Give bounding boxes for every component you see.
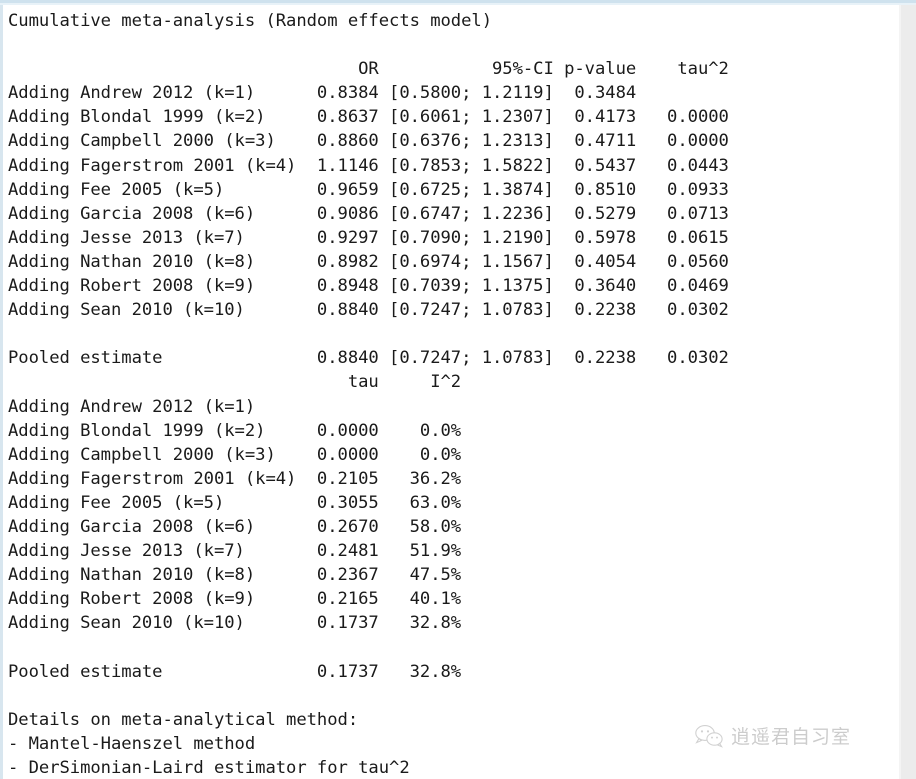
meta-analysis-console-text: Cumulative meta-analysis (Random effects… (8, 11, 729, 778)
console-output-window: Cumulative meta-analysis (Random effects… (0, 0, 916, 779)
window-right-gutter (901, 5, 916, 779)
